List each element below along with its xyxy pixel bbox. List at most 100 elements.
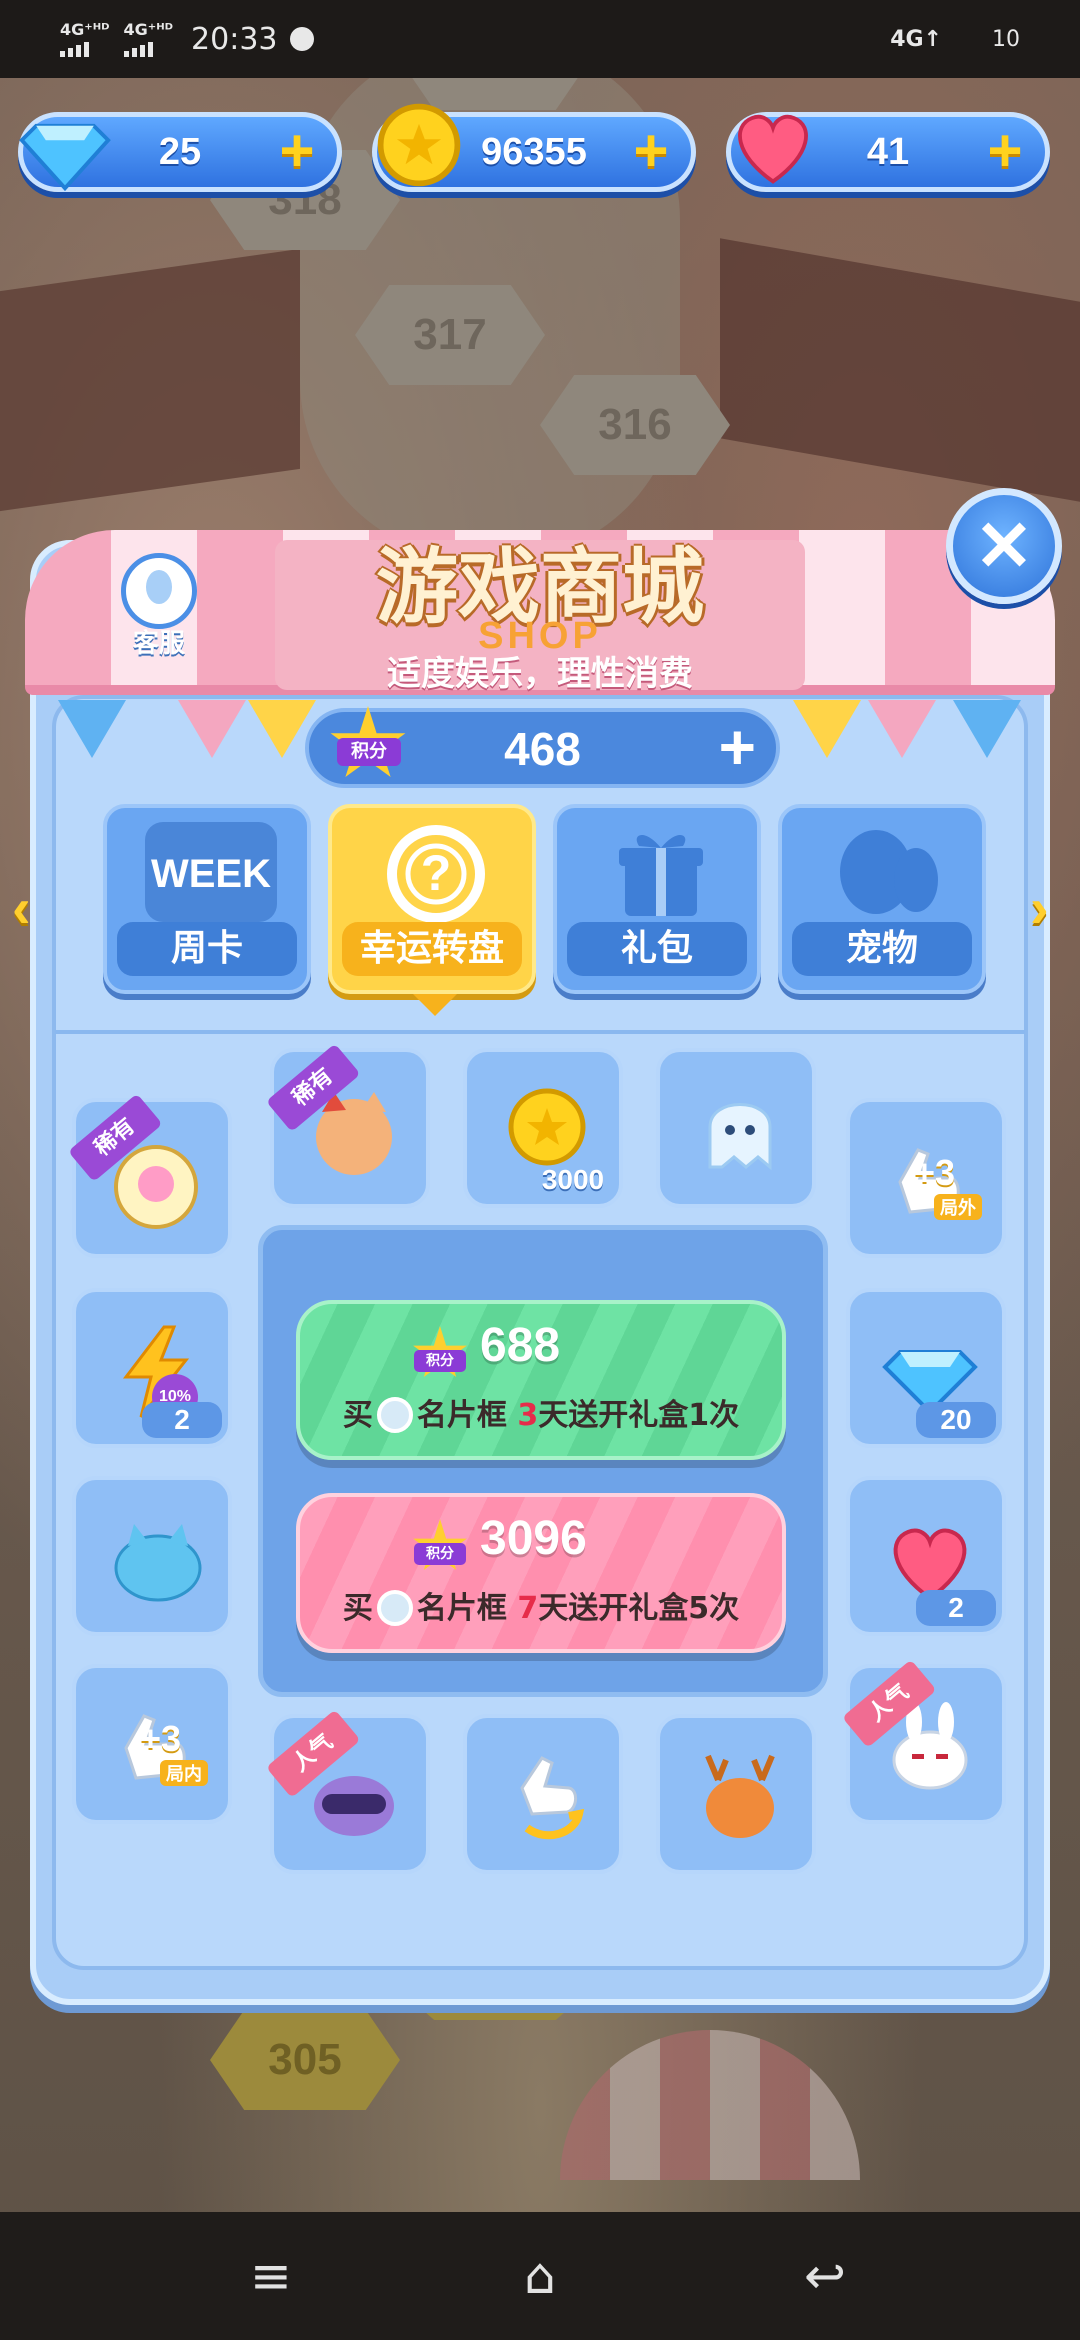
deal-688-button[interactable]: 积分 688 买 名片框 3天送开礼盒1次 xyxy=(296,1300,786,1460)
shop-title: 游戏商城 xyxy=(375,540,704,635)
points-value: 468 xyxy=(504,723,581,775)
deal-desc-suffix: 天送开礼盒1次 xyxy=(538,1398,740,1433)
globe-icon xyxy=(289,27,314,51)
pet-egg-icon xyxy=(840,830,938,914)
signal-bars-icon xyxy=(123,41,153,57)
item-diamond-pack[interactable]: 20 xyxy=(846,1288,1006,1448)
tab-label: 礼包 xyxy=(567,922,747,976)
deal-description: 买 名片框 7天送开礼盒5次 xyxy=(300,1583,782,1627)
add-points-button[interactable]: + xyxy=(719,715,756,779)
deal-desc-item: 名片框 xyxy=(416,1591,507,1626)
customer-service-button[interactable]: 客服 xyxy=(110,553,208,663)
flag-decoration xyxy=(953,700,1021,758)
item-plus3-outside[interactable]: +3 局外 xyxy=(846,1098,1006,1258)
coin-pack-quantity: 3000 xyxy=(541,1164,605,1195)
section-divider xyxy=(55,1030,1025,1034)
menu-button[interactable]: ≡ xyxy=(236,2248,306,2304)
signal-indicator-2: 4G⁺ᴴᴰ xyxy=(123,19,174,57)
flag-decoration xyxy=(178,700,246,758)
lucky-wheel-icon: ? xyxy=(370,822,502,923)
item-cat-avatar[interactable]: 稀有 xyxy=(265,1043,430,1208)
item-ghost[interactable] xyxy=(656,1048,816,1208)
home-button[interactable]: ⌂ xyxy=(505,2248,575,2304)
clock: 20:33 xyxy=(191,21,278,57)
plus3-tag: +3 xyxy=(914,1152,956,1193)
tab-label: 宠物 xyxy=(792,922,972,976)
deal-price: 3096 xyxy=(480,1512,587,1565)
back-button[interactable]: ↩ xyxy=(790,2248,860,2304)
umbrella-decoration xyxy=(560,2030,860,2180)
tab-gift-pack[interactable]: 礼包 xyxy=(553,804,761,994)
signal-label: 4G⁺ᴴᴰ xyxy=(123,19,174,39)
points-label: 积分 xyxy=(414,1543,466,1565)
flag-decoration xyxy=(868,700,936,758)
level-node: 316 xyxy=(540,375,730,475)
shop-subtitle: 适度娱乐，理性消费 xyxy=(387,654,693,694)
gift-icon xyxy=(619,834,703,916)
deal-price: 688 xyxy=(480,1319,561,1372)
add-coins-button[interactable]: + xyxy=(627,121,675,181)
network-indicator: 4G↑ xyxy=(890,26,942,52)
tab-week-card[interactable]: WEEK 周卡 xyxy=(103,804,311,994)
item-plus3-inside[interactable]: +3 局内 xyxy=(72,1664,232,1824)
points-balance: 积分 468 + xyxy=(305,706,780,788)
flag-decoration xyxy=(58,700,126,758)
house-roof-right xyxy=(720,238,1080,502)
house-roof-left xyxy=(0,248,300,512)
tabs-prev-arrow[interactable]: ‹ xyxy=(12,875,52,939)
active-tab-pointer xyxy=(413,994,457,1016)
week-card-icon: WEEK xyxy=(145,822,277,922)
plus3-scope: 局外 xyxy=(934,1194,982,1220)
add-diamonds-button[interactable]: + xyxy=(273,121,321,181)
close-button[interactable]: ✕ xyxy=(946,488,1062,604)
plus3-scope: 局内 xyxy=(160,1760,208,1786)
battery-level: 10 xyxy=(992,26,1020,52)
item-deer[interactable] xyxy=(656,1714,816,1874)
tab-lucky-wheel[interactable]: ? 幸运转盘 xyxy=(328,804,536,994)
deal-3096-button[interactable]: 积分 3096 买 名片框 7天送开礼盒5次 xyxy=(296,1493,786,1653)
lightning-quantity: 2 xyxy=(142,1402,222,1438)
item-blue-cat[interactable] xyxy=(72,1476,232,1636)
system-nav-bar: ≡ ⌂ ↩ xyxy=(0,2212,1080,2340)
coin-counter[interactable]: 96355 + xyxy=(372,103,696,192)
plus3-tag: +3 xyxy=(140,1718,182,1759)
week-card-art-text: WEEK xyxy=(151,852,271,896)
flag-decoration xyxy=(793,700,861,758)
item-lightning[interactable]: 10% 2 xyxy=(72,1288,232,1448)
item-undo-hand[interactable] xyxy=(463,1714,623,1874)
signal-bars-icon xyxy=(60,41,89,57)
signal-label: 4G⁺ᴴᴰ xyxy=(60,19,110,39)
diamond-pack-quantity: 20 xyxy=(916,1402,996,1438)
deal-desc-item: 名片框 xyxy=(416,1398,507,1433)
deal-desc-days: 7 xyxy=(517,1591,539,1626)
deal-desc-prefix: 买 xyxy=(342,1398,373,1433)
status-bar: 4G⁺ᴴᴰ 4G⁺ᴴᴰ 20:33 4G↑ 10 xyxy=(0,0,1080,78)
tab-pets[interactable]: 宠物 xyxy=(778,804,986,994)
points-label: 积分 xyxy=(414,1350,466,1372)
item-bunny[interactable]: 人气 xyxy=(841,1659,1006,1824)
points-label: 积分 xyxy=(337,738,401,766)
blue-cat-icon xyxy=(114,1524,202,1602)
deal-desc-suffix: 天送开礼盒5次 xyxy=(538,1591,740,1626)
frame-icon xyxy=(376,1590,413,1626)
undo-hand-icon xyxy=(520,1756,585,1840)
frame-icon xyxy=(376,1397,413,1433)
wheel-question-mark: ? xyxy=(420,845,452,901)
item-goggle-cat[interactable]: 人气 xyxy=(265,1709,430,1874)
customer-service-icon xyxy=(121,553,197,629)
add-hearts-button[interactable]: + xyxy=(981,121,1029,181)
deal-desc-days: 3 xyxy=(517,1398,539,1433)
level-node: 305 xyxy=(210,2010,400,2110)
signal-indicator: 4G⁺ᴴᴰ xyxy=(60,19,110,57)
diamond-counter[interactable]: 25 + xyxy=(18,112,342,192)
tabs-next-arrow[interactable]: › xyxy=(1030,875,1070,939)
ghost-icon xyxy=(708,1103,772,1171)
deal-desc-prefix: 买 xyxy=(342,1591,373,1626)
item-heart-pack[interactable]: 2 xyxy=(846,1476,1006,1636)
deal-description: 买 名片框 3天送开礼盒1次 xyxy=(300,1390,782,1434)
item-angel-bottle[interactable]: 稀有 xyxy=(67,1093,232,1258)
tab-label: 幸运转盘 xyxy=(342,922,522,976)
heart-pack-quantity: 2 xyxy=(916,1590,996,1626)
heart-counter[interactable]: 41 + xyxy=(726,112,1050,192)
item-coin-pack[interactable]: 3000 xyxy=(463,1048,623,1208)
